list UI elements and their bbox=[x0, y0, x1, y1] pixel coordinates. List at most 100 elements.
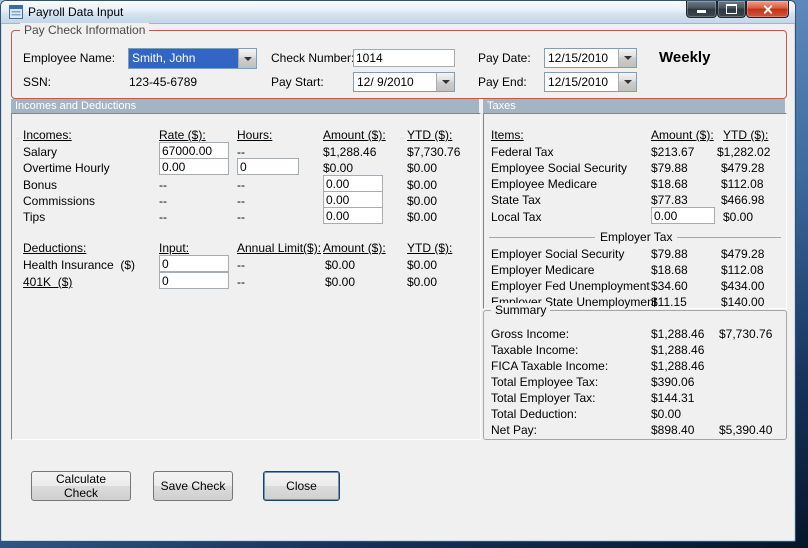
maximize-icon bbox=[726, 4, 737, 14]
er-fed-unemp-ytd: $434.00 bbox=[721, 279, 765, 293]
pay-end-value: 12/15/2010 bbox=[548, 75, 609, 89]
tax-row-label: Employee Medicare bbox=[491, 177, 598, 191]
pay-start-label: Pay Start: bbox=[271, 75, 324, 89]
check-number-input[interactable] bbox=[353, 49, 455, 67]
total-employer-tax-amount: $144.31 bbox=[651, 391, 695, 405]
incomes-col-header: Incomes: bbox=[23, 128, 72, 142]
overtime-amount: $0.00 bbox=[323, 161, 354, 175]
tax-row-label: Federal Tax bbox=[491, 145, 554, 159]
summary-row-label: Net Pay: bbox=[491, 423, 538, 437]
overtime-hours-input[interactable] bbox=[237, 158, 299, 175]
commissions-rate-na: -- bbox=[159, 194, 167, 208]
tips-hours-na: -- bbox=[237, 210, 245, 224]
bonus-hours-na: -- bbox=[237, 178, 245, 192]
tax-ytd-col-header: YTD ($): bbox=[723, 128, 769, 142]
emp-medicare-amount: $18.68 bbox=[651, 177, 688, 191]
summary-row-label: FICA Taxable Income: bbox=[491, 359, 609, 373]
tax-row-label: Local Tax bbox=[491, 210, 542, 224]
401k-limit-na: -- bbox=[237, 275, 245, 289]
ytd-col-header: YTD ($): bbox=[407, 128, 453, 142]
federal-tax-ytd: $1,282.02 bbox=[717, 145, 771, 159]
tax-row-label: Employee Social Security bbox=[491, 161, 628, 175]
bonus-amount-input[interactable] bbox=[323, 175, 383, 192]
tips-ytd: $0.00 bbox=[407, 210, 438, 224]
er-state-unemp-ytd: $140.00 bbox=[721, 295, 765, 309]
er-medicare-ytd: $112.08 bbox=[721, 263, 764, 277]
pay-end-dropdown-button[interactable] bbox=[618, 73, 636, 91]
net-pay-amount: $898.40 bbox=[651, 423, 695, 437]
emp-medicare-ytd: $112.08 bbox=[721, 177, 764, 191]
401k-link[interactable]: 401K ($) bbox=[23, 275, 72, 289]
taxable-income-amount: $1,288.46 bbox=[651, 343, 705, 357]
er-medicare-amount: $18.68 bbox=[651, 263, 688, 277]
state-tax-amount: $77.83 bbox=[651, 193, 688, 207]
deductions-col-header: Deductions: bbox=[23, 241, 87, 255]
chevron-down-icon bbox=[243, 56, 252, 61]
close-icon bbox=[762, 5, 773, 14]
caption-buttons bbox=[686, 1, 789, 18]
window-title: Payroll Data Input bbox=[28, 5, 124, 19]
income-row-label: Tips bbox=[23, 210, 46, 224]
health-insurance-input[interactable] bbox=[159, 255, 229, 272]
401k-input[interactable] bbox=[159, 272, 229, 289]
employee-name-label: Employee Name: bbox=[23, 51, 116, 65]
total-deduction-amount: $0.00 bbox=[651, 407, 682, 421]
save-check-button[interactable]: Save Check bbox=[153, 471, 233, 501]
employee-name-value: Smith, John bbox=[129, 49, 238, 68]
er-state-unemp-amount: $11.15 bbox=[651, 295, 687, 309]
close-button[interactable]: Close bbox=[263, 471, 340, 501]
commissions-ytd: $0.00 bbox=[407, 194, 438, 208]
tax-row-label: Employer Medicare bbox=[491, 263, 595, 277]
minimize-button[interactable] bbox=[686, 1, 717, 18]
pay-end-picker[interactable]: 12/15/2010 bbox=[544, 72, 637, 92]
pay-date-picker[interactable]: 12/15/2010 bbox=[544, 48, 637, 68]
incomes-section-header: Incomes and Deductions bbox=[11, 99, 479, 113]
payroll-window: Payroll Data Input Pay Check Information… bbox=[0, 0, 796, 542]
app-icon bbox=[9, 5, 23, 19]
hours-col-header: Hours: bbox=[237, 128, 273, 142]
ssn-value: 123-45-6789 bbox=[129, 75, 198, 89]
emp-ss-amount: $79.88 bbox=[651, 161, 688, 175]
pay-end-label: Pay End: bbox=[478, 75, 527, 89]
income-row-label: Bonus bbox=[23, 178, 58, 192]
employee-name-dropdown-button[interactable] bbox=[238, 49, 256, 68]
paycheck-info-legend: Pay Check Information bbox=[20, 23, 150, 37]
summary-row-label: Total Deduction: bbox=[491, 407, 578, 421]
bonus-rate-na: -- bbox=[159, 178, 167, 192]
health-insurance-label: Health Insurance ($) bbox=[23, 258, 136, 272]
check-number-label: Check Number: bbox=[271, 51, 355, 65]
tax-row-label: State Tax bbox=[491, 193, 541, 207]
tax-items-col-header: Items: bbox=[491, 128, 524, 142]
overtime-rate-input[interactable] bbox=[159, 158, 229, 175]
total-employee-tax-amount: $390.06 bbox=[651, 375, 695, 389]
401k-ytd: $0.00 bbox=[407, 275, 438, 289]
minimize-icon bbox=[697, 10, 706, 13]
pay-start-dropdown-button[interactable] bbox=[436, 73, 454, 91]
amount-col-header: Amount ($): bbox=[323, 128, 386, 142]
emp-ss-ytd: $479.28 bbox=[721, 161, 765, 175]
commissions-hours-na: -- bbox=[237, 194, 245, 208]
salary-ytd: $7,730.76 bbox=[407, 145, 461, 159]
tips-amount-input[interactable] bbox=[323, 207, 383, 224]
chevron-down-icon bbox=[623, 56, 632, 60]
close-window-button[interactable] bbox=[746, 1, 789, 18]
title-bar[interactable]: Payroll Data Input bbox=[1, 1, 795, 24]
maximize-button[interactable] bbox=[717, 1, 746, 18]
pay-start-picker[interactable]: 12/ 9/2010 bbox=[353, 72, 455, 92]
pay-date-dropdown-button[interactable] bbox=[618, 49, 636, 67]
salary-hours-na: -- bbox=[237, 145, 245, 159]
health-insurance-amount: $0.00 bbox=[325, 258, 356, 272]
er-ss-ytd: $479.28 bbox=[721, 247, 765, 261]
local-tax-input[interactable] bbox=[651, 207, 715, 224]
fica-taxable-amount: $1,288.46 bbox=[651, 359, 705, 373]
salary-rate-input[interactable] bbox=[159, 142, 229, 159]
income-row-label: Commissions bbox=[23, 194, 96, 208]
gross-income-ytd: $7,730.76 bbox=[719, 327, 773, 341]
employee-name-combobox[interactable]: Smith, John bbox=[128, 48, 257, 69]
input-col-header: Input: bbox=[159, 241, 190, 255]
commissions-amount-input[interactable] bbox=[323, 191, 383, 208]
tax-row-label: Employer Social Security bbox=[491, 247, 625, 261]
salary-amount: $1,288.46 bbox=[323, 145, 377, 159]
ded-ytd-col-header: YTD ($): bbox=[407, 241, 453, 255]
calculate-check-button[interactable]: Calculate Check bbox=[31, 471, 131, 501]
